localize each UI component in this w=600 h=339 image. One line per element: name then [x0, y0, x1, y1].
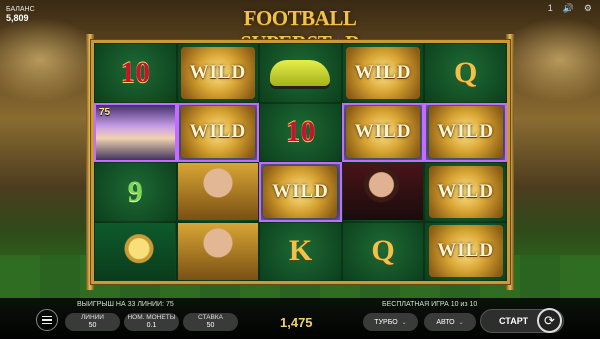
turbo-label: ТУРБО — [374, 318, 398, 326]
menu-icon — [42, 315, 52, 318]
reel-cell: 9 — [94, 162, 177, 222]
auto-label: АВТО — [436, 318, 455, 326]
wild-symbol: WILD — [346, 106, 421, 159]
lines-label: ЛИНИИ — [81, 314, 104, 321]
auto-button[interactable]: АВТО ⌄ — [424, 313, 476, 331]
letter-symbol: Q — [371, 234, 395, 268]
turbo-button[interactable]: ТУРБО ⌄ — [363, 313, 418, 331]
win-line-text: ВЫИГРЫШ НА 33 ЛИНИИ: 75 — [77, 301, 174, 308]
wild-symbol: WILD — [263, 165, 338, 218]
top-icons: 1 🔊 ⚙ — [548, 3, 592, 14]
chevron-down-icon: ⌄ — [401, 319, 407, 326]
reel-cell: Q — [424, 43, 507, 103]
wild-symbol: WILD — [346, 46, 421, 99]
settings-icon[interactable]: ⚙ — [584, 3, 592, 14]
lines-selector[interactable]: ЛИНИИ 50 — [65, 313, 120, 331]
wild-symbol: WILD — [428, 225, 503, 278]
reel-cell: WILD — [424, 162, 507, 222]
balance-value: 5,809 — [6, 13, 29, 23]
reel-cell: WILD — [341, 43, 425, 103]
reel-grid: 10 WILD WILD Q 75 WILD 10 WILD WILD 9 WILD WILD K Q WI… — [94, 43, 507, 281]
reel-cell: K — [259, 221, 342, 281]
player-b-symbol — [177, 222, 258, 280]
wild-symbol: WILD — [180, 46, 255, 99]
player-b-symbol — [177, 163, 258, 221]
reel-cell: WILD — [424, 221, 507, 281]
player-c-symbol — [343, 163, 424, 221]
wild-symbol: WILD — [428, 165, 503, 218]
free-game-counter: БЕСПЛАТНАЯ ИГРА 10 из 10 — [382, 301, 478, 308]
info-icon[interactable]: 1 — [548, 3, 553, 14]
reel-cell: WILD — [341, 102, 425, 162]
reel-cell — [94, 221, 177, 281]
reel-cell — [176, 221, 260, 281]
letter-symbol: K — [288, 234, 313, 268]
coin-value-selector[interactable]: НОМ. МОНЕТЫ 0.1 — [124, 313, 179, 331]
bet-selector[interactable]: СТАВКА 50 — [183, 313, 238, 331]
reel-cell — [341, 162, 425, 222]
letter-symbol: Q — [454, 55, 478, 89]
game-logo: FOOTBALL SUPERST★R — [186, 6, 414, 55]
chevron-down-icon: ⌄ — [458, 319, 464, 326]
nine-symbol: 9 — [127, 174, 143, 208]
win-badge: 75 — [99, 106, 111, 118]
coin-label: НОМ. МОНЕТЫ — [127, 314, 176, 321]
wild-symbol: WILD — [428, 106, 503, 159]
reel-cell: Q — [341, 221, 425, 281]
reel-cell — [176, 162, 260, 222]
reel-cell — [259, 43, 342, 103]
reel-cell: WILD — [259, 162, 342, 222]
coin-value: 0.1 — [146, 322, 157, 329]
total-win: 1,475 — [280, 315, 313, 330]
reel-cell: 10 — [259, 102, 342, 162]
reel-cell: WILD — [424, 102, 507, 162]
menu-icon — [42, 319, 52, 321]
menu-icon — [42, 322, 52, 325]
reel-cell: WILD — [176, 102, 260, 162]
reel-cell: 10 — [94, 43, 177, 103]
lines-value: 50 — [88, 322, 97, 329]
reel-cell: 75 — [94, 102, 177, 162]
trophy-symbol — [95, 222, 176, 280]
start-label: СТАРТ — [499, 316, 529, 326]
reel-cell: WILD — [176, 43, 260, 103]
balance-display: БАЛАНС 5,809 — [6, 6, 35, 23]
sound-icon[interactable]: 🔊 — [563, 3, 574, 14]
wild-symbol: WILD — [180, 106, 255, 159]
spin-icon: ⟳ — [544, 312, 555, 328]
bet-value: 50 — [206, 322, 215, 329]
ten-symbol: 10 — [120, 55, 151, 89]
car-symbol — [270, 59, 331, 86]
ten-symbol: 10 — [285, 115, 316, 149]
bet-label: СТАВКА — [197, 314, 224, 321]
spin-button[interactable]: ⟳ — [537, 308, 562, 333]
menu-button[interactable] — [36, 309, 58, 331]
